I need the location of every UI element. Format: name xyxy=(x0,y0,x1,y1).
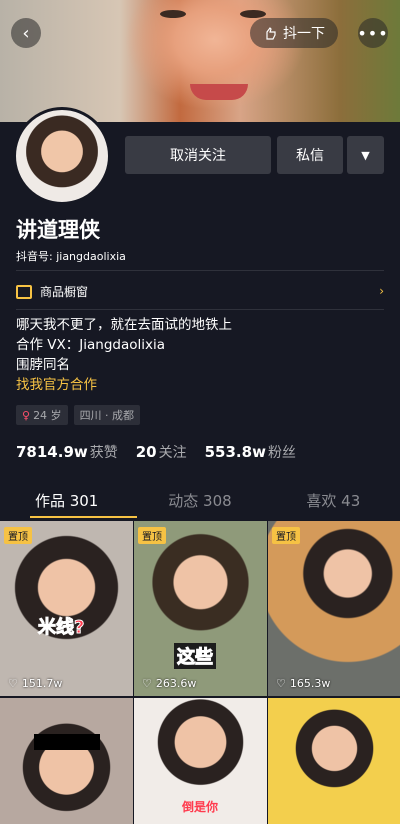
heart-icon: ♡ xyxy=(8,677,18,690)
tab-likes[interactable]: 喜欢 43 xyxy=(267,490,400,520)
video-grid: 置顶 米线? ♡ 151.7w 置顶 这些 ♡ 263.6w 置顶 ♡ 165.3w … xyxy=(0,521,400,824)
likes-label: 获赞 xyxy=(89,445,118,461)
video-thumbnail[interactable]: 置顶 ♡ 165.3w xyxy=(268,521,400,696)
shop-label: 商品橱窗 xyxy=(40,284,89,299)
heart-icon: ♡ xyxy=(276,677,286,690)
profile-stats: 7814.9w 获赞 20 关注 553.8w 粉丝 xyxy=(16,442,296,462)
chevron-left-icon: ‹ xyxy=(22,22,30,44)
video-thumbnail[interactable] xyxy=(0,698,133,824)
pinned-badge: 置顶 xyxy=(272,527,300,544)
bio-line: 合作 VX：Jiangdaolixia xyxy=(16,337,166,353)
video-thumbnail[interactable] xyxy=(268,698,400,824)
official-cooperation-link[interactable]: 找我官方合作 xyxy=(16,375,97,395)
shake-label: 抖一下 xyxy=(283,26,325,42)
likes-stat: 7814.9w 获赞 xyxy=(16,442,118,462)
video-thumbnail[interactable]: 倒是你 xyxy=(134,698,267,824)
message-button[interactable]: 私信 xyxy=(277,136,343,174)
likes-value: 165.3w xyxy=(289,677,331,690)
profile-banner xyxy=(0,0,400,122)
avatar[interactable] xyxy=(13,107,111,205)
video-likes: ♡ 165.3w xyxy=(276,677,330,690)
followers-stat[interactable]: 553.8w 粉丝 xyxy=(205,442,296,462)
video-likes: ♡ 263.6w xyxy=(142,677,196,690)
divider xyxy=(16,270,384,271)
pinned-badge: 置顶 xyxy=(4,527,32,544)
pinned-badge: 置顶 xyxy=(138,527,166,544)
video-caption: 倒是你 xyxy=(182,800,219,814)
female-icon: ♀ xyxy=(22,408,31,422)
following-label: 关注 xyxy=(158,445,187,461)
shake-button[interactable]: 抖一下 xyxy=(250,18,338,48)
video-caption: 这些 xyxy=(174,643,216,669)
unfollow-button[interactable]: 取消关注 xyxy=(125,136,271,174)
banner-eye xyxy=(240,10,266,18)
age-tag: ♀ 24 岁 xyxy=(16,405,68,425)
dropdown-button[interactable]: ▼ xyxy=(347,136,384,174)
followers-count: 553.8w xyxy=(204,443,266,461)
more-button[interactable]: ••• xyxy=(357,18,389,48)
bio-line: 哪天我不更了，就在去面试的地铁上 xyxy=(16,317,232,333)
followers-label: 粉丝 xyxy=(267,445,296,461)
video-likes: ♡ 151.7w xyxy=(8,677,62,690)
back-button[interactable]: ‹ xyxy=(11,18,41,48)
banner-mouth xyxy=(190,84,248,100)
chevron-right-icon: › xyxy=(379,284,384,298)
age-label: 24 岁 xyxy=(33,409,62,422)
bio-line: 围脖同名 xyxy=(16,357,70,373)
douyin-id: 抖音号: jiangdaolixia xyxy=(16,250,126,263)
video-thumbnail[interactable]: 置顶 米线? ♡ 151.7w xyxy=(0,521,133,696)
shop-bag-icon xyxy=(16,285,32,299)
caret-down-icon: ▼ xyxy=(361,148,370,162)
more-dots-icon: ••• xyxy=(357,23,389,43)
likes-value: 263.6w xyxy=(155,677,197,690)
likes-count: 7814.9w xyxy=(16,443,88,461)
video-thumbnail[interactable]: 置顶 这些 ♡ 263.6w xyxy=(134,521,267,696)
following-stat[interactable]: 20 关注 xyxy=(136,442,187,462)
hand-icon xyxy=(266,27,276,40)
pixel-sunglasses xyxy=(34,734,100,750)
shop-window-link[interactable]: 商品橱窗 › xyxy=(16,282,384,300)
active-tab-indicator xyxy=(30,516,137,518)
video-caption: 米线? xyxy=(37,617,85,639)
banner-eye xyxy=(160,10,186,18)
likes-value: 151.7w xyxy=(21,677,63,690)
location-tag: 四川 · 成都 xyxy=(73,405,141,425)
profile-name: 讲道理侠 xyxy=(16,218,100,242)
following-count: 20 xyxy=(135,443,157,461)
divider xyxy=(16,309,384,310)
profile-tags: ♀ 24 岁 四川 · 成都 xyxy=(16,405,141,425)
heart-icon: ♡ xyxy=(142,677,152,690)
tab-activity[interactable]: 动态 308 xyxy=(133,490,266,520)
location-label: 四川 · 成都 xyxy=(79,409,135,422)
